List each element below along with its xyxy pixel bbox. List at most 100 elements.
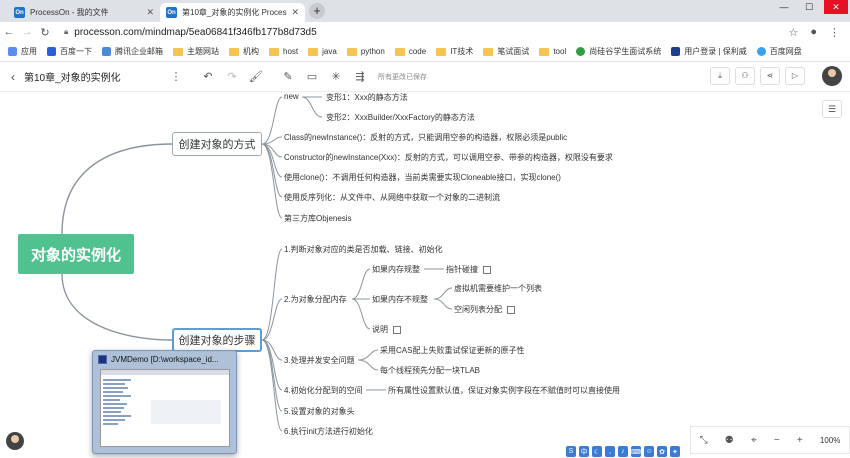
node-default-values[interactable]: 所有属性设置默认值，保证对象实例字段在不赋值时可以直接使用 [388,385,620,396]
bookmark-folder-interview[interactable]: 笔试面试 [483,46,529,57]
node-maintain-list[interactable]: 虚拟机需要维护一个列表 [454,283,542,294]
bookmark-atguigu[interactable]: 尚硅谷学生面试系统 [576,46,661,57]
bookmark-tencent-mail[interactable]: 腾讯企业邮箱 [102,46,163,57]
theme-icon[interactable]: ⚉ [725,435,734,446]
ime-logo-icon[interactable]: S [566,446,576,457]
bookmark-star-icon[interactable]: ☆ [788,26,798,39]
editor-toolbar: ‹ 第10章_对象的实例化 ⋮ ↶ ↷ 🖌︎ ✎ ▭ ✳ ⇶ 所有更改已保存 ⤓… [0,62,850,92]
style-pen-icon[interactable]: ✎ [276,70,300,83]
user-avatar[interactable] [822,66,842,86]
bookmark-polyv[interactable]: 用户登录 | 保利威 [671,46,747,57]
folder-icon [346,47,357,56]
note-icon[interactable] [393,325,401,334]
ime-chinese-icon[interactable]: 中 [578,446,589,457]
maximize-button[interactable]: ☐ [797,0,821,14]
ime-user-icon[interactable]: ☺ [644,446,655,457]
redo-icon[interactable]: ↷ [220,70,244,83]
folder-icon [269,47,279,56]
taskbar-window-preview[interactable]: JVMDemo [D:\workspace_id... [92,350,237,454]
bookmark-folder-code[interactable]: code [394,47,426,56]
bookmark-baidu[interactable]: 百度一下 [47,46,92,57]
node-step-1[interactable]: 1.判断对象对应的类是否加载、链接、初始化 [284,244,443,255]
preview-thumbnail [100,369,230,447]
more-menu-icon[interactable]: ⋮ [164,70,188,83]
profile-icon[interactable]: ● [810,26,817,39]
bookmark-baidu-cloud[interactable]: 百度网盘 [756,46,802,57]
baidu-cloud-icon [756,47,766,56]
minimize-button[interactable]: — [772,0,796,14]
bookmark-folder-org[interactable]: 机构 [229,46,259,57]
bookmark-apps[interactable]: 应用 [8,46,37,57]
back-arrow-icon[interactable]: ‹ [2,70,24,84]
node-explain[interactable]: 说明 [372,324,401,335]
tab-close-icon[interactable]: ✕ [146,7,154,18]
root-node[interactable]: 对象的实例化 [18,234,134,274]
tab-my-files[interactable]: On ProcessOn - 我的文件 ✕ [8,3,160,22]
insert-subnode-icon[interactable]: ⇶ [348,70,372,83]
fit-screen-icon[interactable]: ⤡ [700,435,708,446]
ime-skin-icon[interactable]: ✿ [657,446,667,457]
node-clone[interactable]: 使用clone()：不调用任何构造器，当前类需要实现Cloneable接口，实现… [284,172,561,183]
node-step-2[interactable]: 2.为对象分配内存 [284,294,347,305]
forward-icon[interactable]: → [18,26,36,38]
node-deserialization[interactable]: 使用反序列化：从文件中、从网络中获取一个对象的二进制流 [284,192,500,203]
reload-icon[interactable]: ↻ [36,26,54,39]
new-tab-button[interactable]: + [309,3,325,19]
present-play-icon[interactable]: ▷ [785,67,805,85]
tab-mindmap[interactable]: On 第10章_对象的实例化 ProcessOn ✕ [160,3,305,22]
bookmark-folder-themes[interactable]: 主题网站 [173,46,219,57]
node-step-4[interactable]: 4.初始化分配到的空间 [284,385,363,396]
bookmark-folder-host[interactable]: host [269,47,298,56]
node-variant-2[interactable]: 变形2：XxxBuilder/XxxFactory的静态方法 [326,112,475,123]
zoom-in-icon[interactable]: + [797,435,803,446]
back-icon[interactable]: ← [0,26,18,38]
node-memory-regular[interactable]: 如果内存规整 [372,264,420,275]
tab-close-icon[interactable]: ✕ [291,7,299,18]
node-style-icon[interactable]: ▭ [300,70,324,83]
bookmark-folder-it[interactable]: IT技术 [436,46,473,57]
node-pointer-bump[interactable]: 指针碰撞 [446,264,491,275]
collaborator-avatar[interactable] [6,432,24,450]
url-field[interactable]: processon.com/mindmap/5ea06841f346fb177b… [74,27,788,38]
note-icon[interactable] [507,305,515,314]
folder-icon [308,47,319,56]
share-icon[interactable]: ⋖ [760,67,780,85]
bookmark-folder-tool[interactable]: tool [539,47,566,56]
close-window-button[interactable]: ✕ [824,0,848,14]
node-free-list[interactable]: 空闲列表分配 [454,304,515,315]
ime-punct-icon[interactable]: , [604,446,615,457]
node-class-newinstance[interactable]: Class的newInstance()：反射的方式，只能调用空参的构造器，权限必… [284,132,567,143]
zoom-out-icon[interactable]: − [774,435,780,446]
node-tlab[interactable]: 每个线程预先分配一块TLAB [380,365,480,376]
node-step-5[interactable]: 5.设置对象的对象头 [284,406,355,417]
note-icon[interactable] [483,265,491,274]
node-variant-1[interactable]: 变形1：Xxx的静态方法 [326,92,408,103]
node-cas-retry[interactable]: 采用CAS配上失败重试保证更新的原子性 [380,345,524,356]
node-constructor-newinstance[interactable]: Constructor的newInstance(Xxx)：反射的方式，可以调用空… [284,152,613,163]
ime-moon-icon[interactable]: ☾ [591,446,602,457]
format-painter-icon[interactable]: 🖌︎ [244,70,268,83]
ime-voice-icon[interactable]: ♪ [617,446,628,457]
branch-creation-methods[interactable]: 创建对象的方式 [172,132,262,156]
lock-icon[interactable]: 🔒︎ [64,27,68,37]
ime-keyboard-icon[interactable]: ⌨ [630,446,642,457]
node-new[interactable]: new [284,92,299,101]
collaborate-icon[interactable]: ⚇ [735,67,755,85]
menu-kebab-icon[interactable]: ⋮ [829,26,840,39]
node-objenesis[interactable]: 第三方库Objenesis [284,213,352,224]
bookmark-folder-python[interactable]: python [346,47,385,56]
ime-tools-icon[interactable]: ✦ [670,446,680,457]
locate-icon[interactable]: ⌖ [751,435,757,446]
document-title[interactable]: 第10章_对象的实例化 [24,69,144,84]
magic-icon[interactable]: ✳ [324,70,348,83]
undo-icon[interactable]: ↶ [196,70,220,83]
download-icon[interactable]: ⤓ [710,67,730,85]
browser-tab-strip: On ProcessOn - 我的文件 ✕ On 第10章_对象的实例化 Pro… [0,0,850,22]
node-memory-irregular[interactable]: 如果内存不规整 [372,294,428,305]
side-panel-toggle-icon[interactable]: ☰ [822,100,842,118]
tencent-mail-icon [102,47,111,56]
bookmark-folder-java[interactable]: java [308,47,337,56]
branch-creation-steps[interactable]: 创建对象的步骤 [172,328,262,352]
node-step-6[interactable]: 6.执行init方法进行初始化 [284,426,373,437]
node-step-3[interactable]: 3.处理并发安全问题 [284,355,355,366]
